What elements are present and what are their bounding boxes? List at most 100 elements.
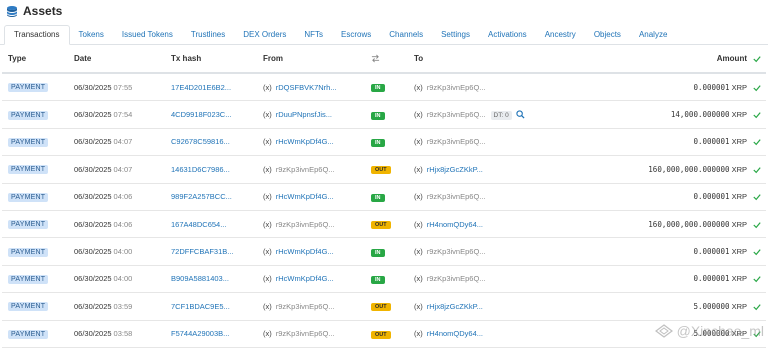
tx-hash-link[interactable]: 4CD9918F023C... [171,110,231,119]
from-address[interactable]: rHcWmKpDf4G... [276,274,334,283]
from-address[interactable]: r9zKp3ivnEp6Q... [276,302,335,311]
amount-value: 14,000.000000 [670,110,730,120]
watermark-logo-icon [654,324,673,338]
to-address[interactable]: r9zKp3ivnEp6Q... [427,110,486,119]
xrp-account-icon: (x) [263,219,272,229]
direction-badge: OUT [371,303,391,312]
tx-time: 07:55 [113,82,133,92]
tab-channels[interactable]: Channels [380,26,432,44]
from-address[interactable]: rHcWmKpDf4G... [276,247,334,256]
amount-value: 0.000001 [693,247,730,257]
from-address[interactable]: rDuuPNpnsfJis... [276,110,332,119]
tx-hash-link[interactable]: B909A5881403... [171,274,229,283]
tx-hash-link[interactable]: 167A48DC654... [171,220,226,229]
direction-badge: OUT [371,221,391,230]
tx-hash-link[interactable]: C92678C59816... [171,137,230,146]
table-row[interactable]: PAYMENT 06/30/2025 03:58 F5744A29003B... (x)… [2,320,766,348]
xrp-account-icon: (x) [263,329,272,339]
tx-hash-link[interactable]: 14631D6C7986... [171,165,230,174]
check-icon [752,167,761,174]
table-row[interactable]: PAYMENT 06/30/2025 04:07 14631D6C7986... (x)… [2,155,766,184]
direction-badge: OUT [371,166,391,175]
type-badge: PAYMENT [8,83,49,93]
to-address[interactable]: rHjx8jzGcZKkP... [427,165,483,174]
tx-time: 04:07 [113,164,133,174]
table-row[interactable]: PAYMENT 06/30/2025 04:00 72DFFCBAF31B... (x)… [2,237,766,266]
tx-date: 06/30/2025 [74,247,112,257]
tab-trustlines[interactable]: Trustlines [182,26,234,44]
table-row[interactable]: PAYMENT 06/30/2025 04:07 C92678C59816... (x)… [2,128,766,157]
to-address[interactable]: r9zKp3ivnEp6Q... [427,83,486,92]
from-address[interactable]: rDQSFBVK7Nrh... [276,83,337,92]
tx-date: 06/30/2025 [74,164,112,174]
tx-time: 04:00 [113,247,133,257]
table-row[interactable]: PAYMENT 06/30/2025 07:54 4CD9918F023C... (x)… [2,100,766,129]
tx-hash-link[interactable]: 7CF1BDAC9E5... [171,302,230,311]
type-badge: PAYMENT [8,302,49,312]
direction-badge: IN [371,111,385,120]
tx-hash-link[interactable]: 989F2A257BCC... [171,192,232,201]
amount-value: 0.000001 [693,82,730,92]
col-header-from: From [257,45,371,74]
xrp-account-icon: (x) [263,247,272,257]
tab-ancestry[interactable]: Ancestry [536,26,585,44]
from-address[interactable]: r9zKp3ivnEp6Q... [276,329,335,338]
swap-arrows-icon [371,54,380,63]
tab-objects[interactable]: Objects [585,26,630,44]
to-address[interactable]: rH4nomQDy64... [427,220,483,229]
tab-nfts[interactable]: NFTs [295,26,332,44]
col-header-status [747,45,766,74]
table-row[interactable]: PAYMENT 06/30/2025 04:06 989F2A257BCC... (x)… [2,183,766,211]
direction-badge: IN [371,138,385,147]
check-icon [752,139,761,146]
tab-analyze[interactable]: Analyze [630,26,676,44]
xrp-account-icon: (x) [263,192,272,202]
to-address[interactable]: rHjx8jzGcZKkP... [427,302,483,311]
table-header-row: Type Date Tx hash From To Amount [2,45,766,74]
magnifier-icon[interactable] [516,110,525,119]
type-badge: PAYMENT [8,329,49,339]
tab-escrows[interactable]: Escrows [332,26,380,44]
check-icon [752,276,761,283]
tab-tokens[interactable]: Tokens [70,26,113,44]
to-address[interactable]: r9zKp3ivnEp6Q... [427,137,486,146]
from-address[interactable]: rHcWmKpDf4G... [276,192,334,201]
table-row[interactable]: PAYMENT 06/30/2025 03:59 7CF1BDAC9E5... (x) r… [2,292,766,321]
col-header-amount: Amount [631,45,747,74]
tx-hash-link[interactable]: 72DFFCBAF31B... [171,247,234,256]
xrp-account-icon: (x) [414,109,423,119]
xrp-account-icon: (x) [414,329,423,339]
tab-issued-tokens[interactable]: Issued Tokens [113,26,182,44]
table-row[interactable]: PAYMENT 06/30/2025 04:06 167A48DC654... (x) r… [2,210,766,239]
xrp-account-icon: (x) [263,82,272,92]
type-badge: PAYMENT [8,192,49,202]
from-address[interactable]: r9zKp3ivnEp6Q... [276,165,335,174]
tab-bar: Transactions Tokens Issued Tokens Trustl… [0,22,768,45]
coins-stack-icon [7,6,17,17]
to-address[interactable]: r9zKp3ivnEp6Q... [427,247,486,256]
tx-time: 03:58 [113,329,133,339]
tx-hash-link[interactable]: 17E4D201E6B2... [171,83,231,92]
tab-settings[interactable]: Settings [432,26,479,44]
table-row[interactable]: PAYMENT 06/30/2025 07:55 17E4D201E6B2... (x)… [2,73,766,102]
table-row[interactable]: PAYMENT 06/30/2025 04:00 B909A5881403... (x)… [2,265,766,294]
type-badge: PAYMENT [8,110,49,120]
from-address[interactable]: rHcWmKpDf4G... [276,137,334,146]
tab-transactions[interactable]: Transactions [4,25,70,45]
tx-hash-link[interactable]: F5744A29003B... [171,329,229,338]
check-icon [752,194,761,201]
tab-activations[interactable]: Activations [479,26,536,44]
tab-dex-orders[interactable]: DEX Orders [234,26,295,44]
type-badge: PAYMENT [8,165,49,175]
amount-currency: XRP [731,247,747,257]
type-badge: PAYMENT [8,247,49,257]
transactions-table: Type Date Tx hash From To Amount PAYMENT… [2,45,766,348]
to-address[interactable]: r9zKp3ivnEp6Q... [427,192,486,201]
tx-time: 04:07 [113,137,133,147]
xrp-account-icon: (x) [414,247,423,257]
to-address[interactable]: rH4nomQDy64... [427,329,483,338]
col-header-direction [371,45,408,74]
from-address[interactable]: r9zKp3ivnEp6Q... [276,220,335,229]
to-address[interactable]: r9zKp3ivnEp6Q... [427,274,486,283]
tx-time: 03:59 [113,301,133,311]
